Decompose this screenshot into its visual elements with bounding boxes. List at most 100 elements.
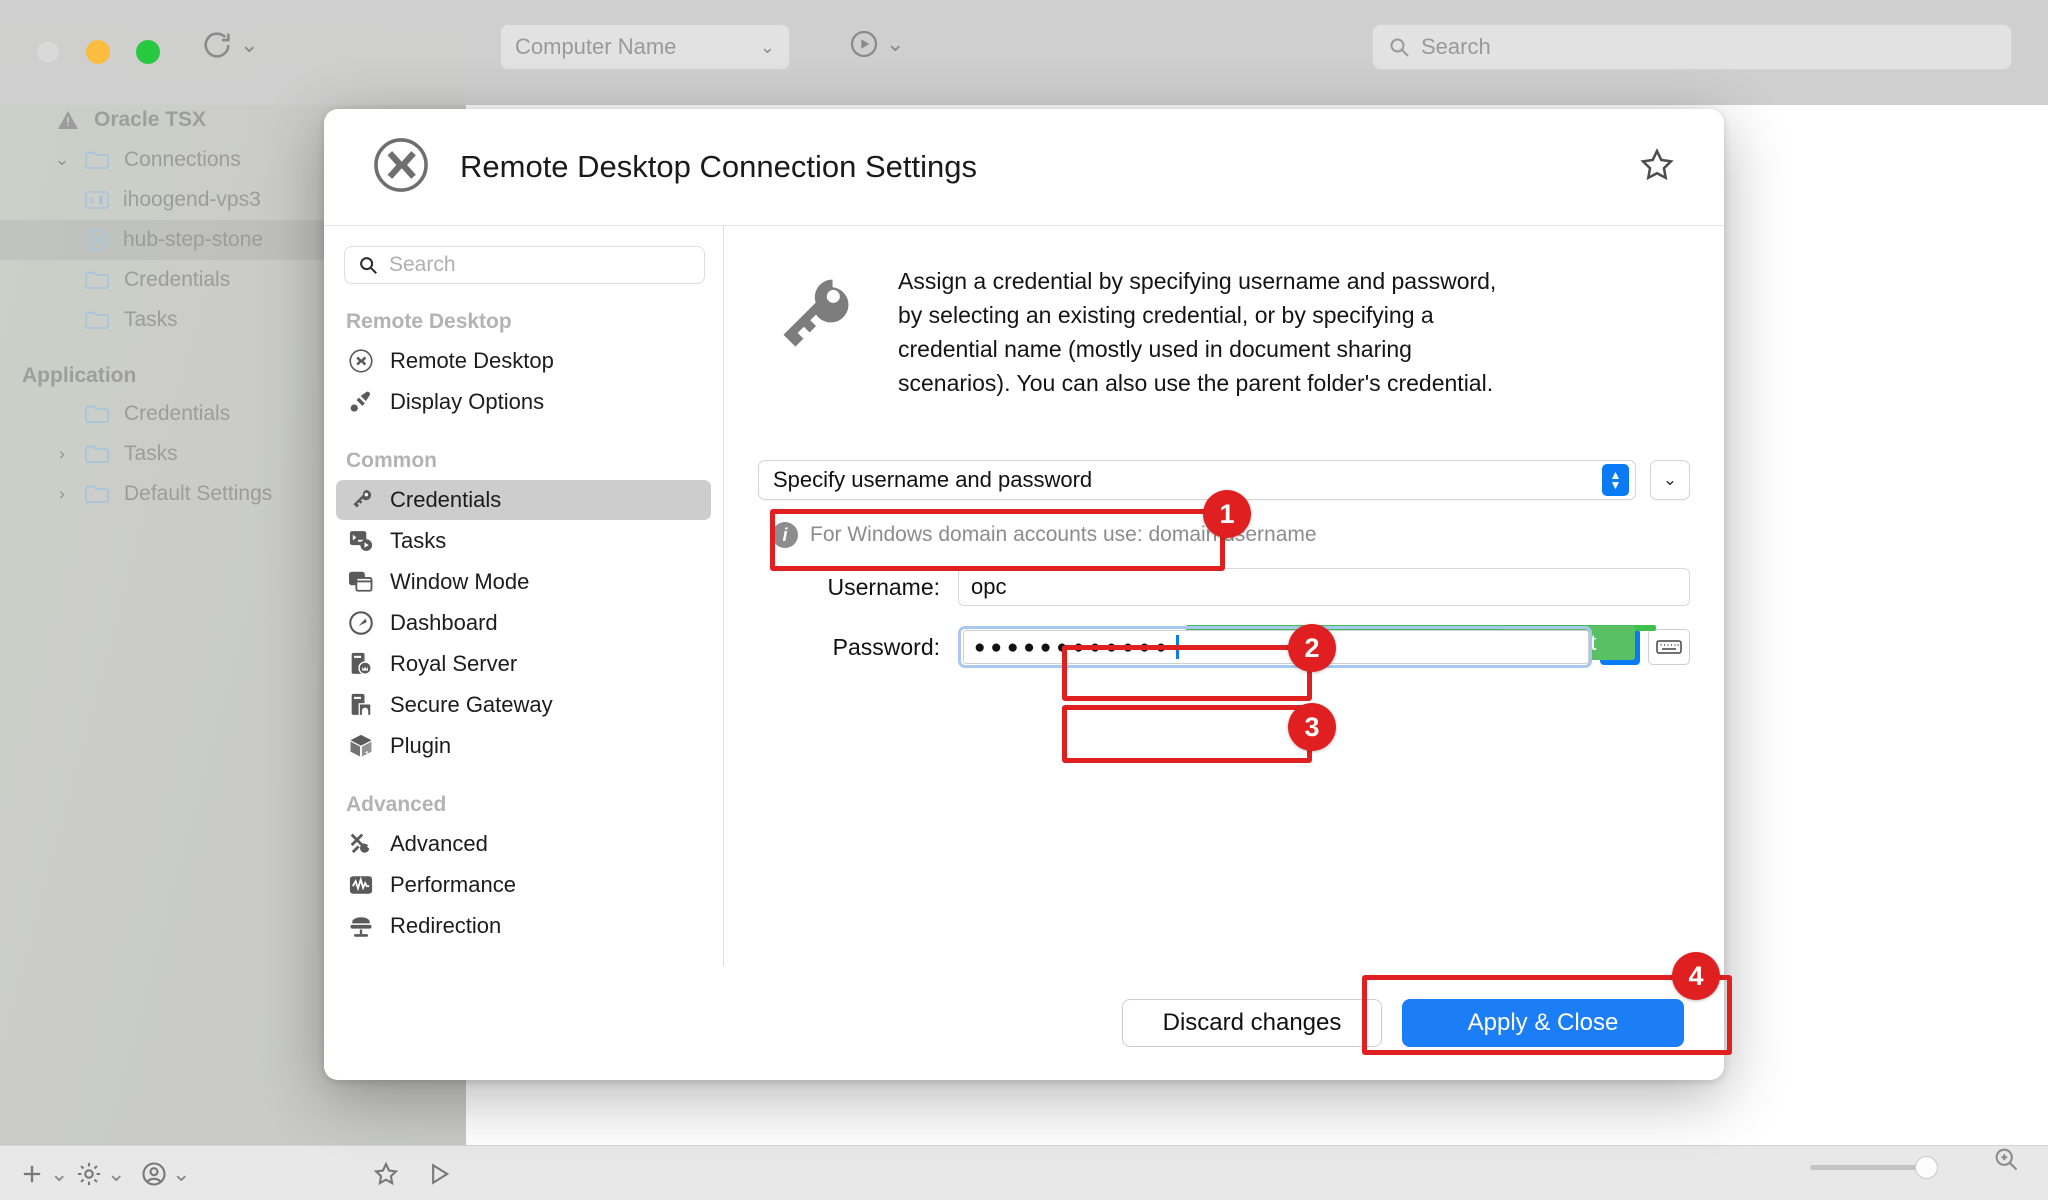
account-button[interactable]: ⌄ (140, 1160, 190, 1188)
maximize-window-button[interactable] (136, 40, 160, 64)
annotation-number-4: 4 (1672, 952, 1720, 1000)
nav-item-label: Royal Server (390, 651, 518, 676)
warning-triangle-icon (53, 107, 83, 133)
cube-icon (346, 731, 376, 761)
credentials-description: Assign a credential by specifying userna… (898, 268, 1497, 396)
dialog-settings-nav: Search Remote Desktop Remote Desktop Dis… (324, 226, 724, 966)
password-label: Password: (832, 633, 940, 660)
credential-more-button[interactable]: ⌄ (1650, 460, 1690, 500)
nav-item-label: Credentials (390, 487, 502, 512)
tasks-icon (346, 526, 376, 556)
credential-mode-dropdown[interactable]: Specify username and password ▲ ▼ (758, 460, 1636, 500)
nav-item-label: Advanced (390, 831, 488, 856)
search-icon (1390, 38, 1409, 57)
run-button[interactable] (425, 1160, 453, 1188)
dialog-main-panel: Assign a credential by specifying userna… (724, 226, 1724, 966)
nav-item-redirection[interactable]: Redirection (336, 906, 711, 946)
gear-icon (77, 1162, 101, 1186)
key-icon (758, 264, 868, 400)
chevron-down-icon: ⌄ (886, 31, 905, 56)
zoom-magnifier-button[interactable] (1992, 1145, 2020, 1178)
folder-icon (83, 401, 113, 427)
search-placeholder: Search (1421, 34, 1491, 59)
window-traffic-lights[interactable] (36, 40, 160, 64)
nav-section-advanced: Advanced (346, 793, 447, 816)
nav-item-label: Performance (390, 872, 516, 897)
nav-item-credentials[interactable]: Credentials (336, 480, 711, 520)
nav-item-advanced[interactable]: Advanced (336, 824, 711, 864)
svg-text:$: $ (89, 196, 94, 205)
disclosure-closed-icon[interactable]: › (52, 444, 72, 464)
add-connection-button[interactable]: ⌄ (18, 1160, 68, 1188)
tree-item-label: hub-step-stone (123, 228, 264, 251)
nav-item-remote-desktop[interactable]: Remote Desktop (336, 341, 711, 381)
folder-icon (83, 267, 113, 293)
nav-item-label: Display Options (390, 389, 545, 414)
info-icon: i (772, 522, 798, 548)
tree-item-label: Credentials (124, 402, 231, 425)
minimize-window-button[interactable] (86, 40, 110, 64)
chevron-down-icon: ⌄ (759, 36, 775, 57)
nav-item-label: Redirection (390, 913, 502, 938)
terminal-icon: $ (82, 187, 112, 213)
zoom-slider-knob[interactable] (1915, 1156, 1938, 1179)
nav-item-royal-server[interactable]: Royal Server (336, 644, 711, 684)
password-keyboard-button[interactable] (1648, 629, 1690, 665)
background-search-input[interactable]: Search (1372, 24, 2012, 70)
nav-item-window-mode[interactable]: Window Mode (336, 562, 711, 602)
nav-item-label: Dashboard (390, 610, 498, 635)
close-window-button[interactable] (36, 40, 60, 64)
dialog-title: Remote Desktop Connection Settings (460, 149, 977, 184)
disclosure-closed-icon[interactable]: › (52, 484, 72, 504)
zoom-magnifier-icon (1995, 1148, 2018, 1171)
rdp-icon (346, 346, 376, 376)
folder-icon (83, 147, 113, 173)
username-field[interactable]: opc (958, 568, 1690, 606)
folder-icon (83, 307, 113, 333)
password-field[interactable]: ●●●●●●●●●●●● (958, 626, 1592, 668)
computer-name-combo[interactable]: Computer Name ⌄ (500, 24, 790, 70)
annotation-number-1: 1 (1203, 490, 1251, 538)
chevron-down-icon: ⌄ (107, 1161, 126, 1186)
stepper-updown-icon[interactable]: ▲ ▼ (1602, 464, 1629, 496)
dialog-header: Remote Desktop Connection Settings (324, 109, 1724, 226)
tree-item-label: Tasks (124, 308, 178, 331)
tree-item-label: Tasks (124, 442, 178, 465)
paint-brush-icon (346, 387, 376, 417)
nav-item-tasks[interactable]: Tasks (336, 521, 711, 561)
settings-button[interactable]: ⌄ (75, 1160, 125, 1188)
computer-name-placeholder: Computer Name (515, 34, 677, 59)
username-value: opc (971, 574, 1007, 599)
favorite-toggle-button[interactable] (1638, 146, 1676, 189)
dialog-body: Search Remote Desktop Remote Desktop Dis… (324, 226, 1724, 966)
discard-changes-button[interactable]: Discard changes (1122, 999, 1382, 1047)
username-label: Username: (827, 573, 940, 600)
nav-item-label: Secure Gateway (390, 692, 553, 717)
nav-item-dashboard[interactable]: Dashboard (336, 603, 711, 643)
nav-search-input[interactable]: Search (344, 246, 705, 284)
background-bottom-bar (0, 1145, 2048, 1200)
nav-item-plugin[interactable]: Plugin (336, 726, 711, 766)
pulse-icon (346, 870, 376, 900)
star-outline-icon (1640, 147, 1674, 180)
windows-icon (346, 567, 376, 597)
apply-close-button[interactable]: Apply & Close (1402, 999, 1684, 1047)
connect-button[interactable]: ⌄ (848, 28, 904, 60)
nav-item-display-options[interactable]: Display Options (336, 382, 711, 422)
password-masked-value: ●●●●●●●●●●●● (974, 636, 1172, 658)
key-icon (346, 485, 376, 515)
nav-section-remote-desktop: Remote Desktop (346, 310, 512, 333)
reconnect-button[interactable]: ⌄ (200, 28, 258, 62)
chevron-down-icon: ⌄ (50, 1161, 69, 1186)
nav-search-placeholder: Search (389, 253, 456, 276)
credential-mode-value: Specify username and password (773, 467, 1093, 492)
zoom-slider-track[interactable] (1810, 1165, 1930, 1170)
favorites-button[interactable] (372, 1160, 400, 1188)
remote-desktop-settings-dialog: Remote Desktop Connection Settings Searc… (324, 109, 1724, 1080)
rdp-icon (82, 227, 112, 253)
disclosure-open-icon[interactable]: ⌄ (52, 150, 72, 170)
nav-item-secure-gateway[interactable]: Secure Gateway (336, 685, 711, 725)
credentials-description-row: Assign a credential by specifying userna… (758, 264, 1690, 400)
user-icon (142, 1162, 166, 1186)
nav-item-performance[interactable]: Performance (336, 865, 711, 905)
